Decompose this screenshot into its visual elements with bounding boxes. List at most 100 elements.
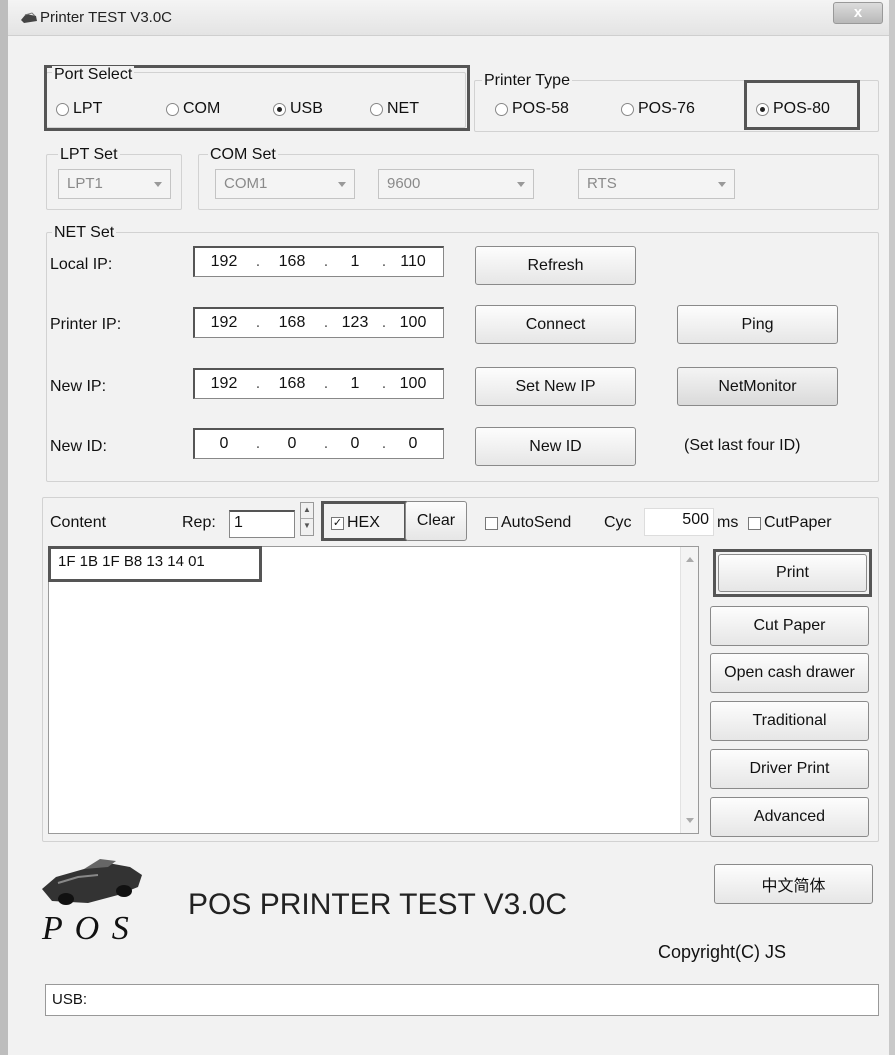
flow-control-value: RTS — [587, 175, 617, 192]
hex-check-icon: ✓ — [331, 516, 344, 530]
stepper-up-icon[interactable]: ▲ — [301, 503, 313, 519]
local-ip-octet-2: 168 — [278, 253, 306, 270]
lpt-port-value: LPT1 — [67, 175, 103, 192]
title-bar[interactable]: Printer TEST V3.0C x — [8, 0, 889, 36]
language-button[interactable]: 中文简体 — [714, 864, 873, 904]
local-ip-octet-3: 1 — [350, 253, 360, 270]
rep-label: Rep: — [182, 514, 216, 531]
ping-button[interactable]: Ping — [677, 305, 838, 344]
advanced-button[interactable]: Advanced — [710, 797, 869, 837]
radio-usb-indicator — [273, 102, 286, 116]
radio-net[interactable]: NET — [370, 100, 419, 118]
radio-lpt-indicator — [56, 102, 69, 116]
app-window: Printer TEST V3.0C x Port Select LPT COM… — [0, 0, 895, 1055]
radio-pos80-label: POS-80 — [773, 100, 830, 117]
autosend-check-box — [485, 516, 498, 530]
printer-ip-label: Printer IP: — [50, 316, 122, 333]
cut-paper-button[interactable]: Cut Paper — [710, 606, 869, 646]
set-new-ip-button[interactable]: Set New IP — [475, 367, 636, 406]
flow-control-chevron-down-icon — [718, 182, 726, 187]
baud-rate-chevron-down-icon — [517, 182, 525, 187]
flow-control-select[interactable]: RTS — [578, 169, 735, 199]
open-cash-drawer-button[interactable]: Open cash drawer — [710, 653, 869, 693]
com-port-select[interactable]: COM1 — [215, 169, 355, 199]
radio-lpt-label: LPT — [73, 100, 103, 117]
new-id-octet-2: 0 — [287, 435, 297, 452]
printer-ip-octet-4: 100 — [399, 314, 427, 331]
hex-label: HEX — [347, 514, 380, 531]
lpt-port-chevron-down-icon — [154, 182, 162, 187]
connect-button[interactable]: Connect — [475, 305, 636, 344]
rep-stepper[interactable]: ▲ ▼ — [300, 502, 314, 536]
rep-input[interactable]: 1 — [229, 510, 295, 538]
radio-com-label: COM — [183, 100, 221, 117]
local-ip-octet-4: 110 — [400, 253, 426, 270]
cutpaper-label: CutPaper — [764, 514, 832, 531]
content-scrollbar[interactable] — [680, 547, 698, 833]
close-button[interactable]: x — [833, 2, 883, 24]
radio-pos58-indicator — [495, 102, 508, 116]
app-title: POS PRINTER TEST V3.0C — [188, 888, 567, 921]
refresh-button[interactable]: Refresh — [475, 246, 636, 285]
radio-net-indicator — [370, 102, 383, 116]
copyright-text: Copyright(C) JS — [658, 942, 787, 962]
new-id-label: New ID: — [50, 438, 107, 455]
lpt-port-select[interactable]: LPT1 — [58, 169, 171, 199]
netmonitor-button[interactable]: NetMonitor — [677, 367, 838, 406]
cyc-input[interactable]: 500 — [644, 508, 714, 536]
new-ip-octet-1: 192 — [210, 375, 238, 392]
autosend-checkbox[interactable]: AutoSend — [485, 514, 571, 532]
cutpaper-checkbox[interactable]: CutPaper — [748, 514, 832, 532]
cutpaper-check-box — [748, 516, 761, 530]
status-bar: USB: — [45, 984, 879, 1016]
printer-ip-octet-1: 192 — [210, 314, 238, 331]
radio-lpt[interactable]: LPT — [56, 100, 102, 118]
baud-rate-select[interactable]: 9600 — [378, 169, 534, 199]
scroll-down-icon[interactable] — [686, 818, 694, 823]
radio-pos80-indicator — [756, 102, 769, 116]
window-title: Printer TEST V3.0C — [40, 9, 172, 26]
new-id-field[interactable]: 0. 0. 0. 0 — [193, 428, 444, 459]
printer-ip-octet-2: 168 — [278, 314, 306, 331]
content-textarea[interactable] — [48, 546, 699, 834]
com-port-chevron-down-icon — [338, 182, 346, 187]
net-set-label: NET Set — [52, 224, 117, 242]
new-id-button[interactable]: New ID — [475, 427, 636, 466]
local-ip-field[interactable]: 192. 168. 1. 110 — [193, 246, 444, 277]
pos-logo-text: P O S — [42, 910, 131, 947]
traditional-button[interactable]: Traditional — [710, 701, 869, 741]
radio-pos76-indicator — [621, 102, 634, 116]
radio-pos58-label: POS-58 — [512, 100, 569, 117]
new-ip-label: New IP: — [50, 378, 107, 395]
com-port-value: COM1 — [224, 175, 268, 192]
clear-button[interactable]: Clear — [405, 501, 467, 541]
scroll-up-icon[interactable] — [686, 557, 694, 562]
radio-com[interactable]: COM — [166, 100, 220, 118]
cyc-label: Cyc — [604, 514, 632, 531]
baud-rate-value: 9600 — [387, 175, 421, 192]
printer-icon — [21, 12, 37, 23]
radio-usb[interactable]: USB — [273, 100, 323, 118]
pos-car-logo-icon — [42, 859, 142, 905]
printer-ip-field[interactable]: 192. 168. 123. 100 — [193, 307, 444, 338]
printer-type-label: Printer Type — [482, 72, 572, 90]
new-ip-octet-4: 100 — [399, 375, 427, 392]
port-select-label: Port Select — [52, 66, 135, 84]
stepper-down-icon[interactable]: ▼ — [301, 519, 313, 535]
radio-pos76[interactable]: POS-76 — [621, 100, 695, 118]
local-ip-label: Local IP: — [50, 256, 113, 273]
lpt-set-label: LPT Set — [58, 146, 120, 164]
radio-pos58[interactable]: POS-58 — [495, 100, 569, 118]
new-ip-octet-2: 168 — [278, 375, 306, 392]
radio-net-label: NET — [387, 100, 419, 117]
radio-pos80[interactable]: POS-80 — [756, 100, 830, 118]
driver-print-button[interactable]: Driver Print — [710, 749, 869, 789]
radio-pos76-label: POS-76 — [638, 100, 695, 117]
print-button[interactable]: Print — [718, 554, 867, 592]
printer-ip-octet-3: 123 — [341, 314, 369, 331]
content-text[interactable]: 1F 1B 1F B8 13 14 01 — [58, 553, 205, 570]
hex-checkbox[interactable]: ✓ HEX — [331, 514, 380, 532]
new-ip-field[interactable]: 192. 168. 1. 100 — [193, 368, 444, 399]
new-id-hint: (Set last four ID) — [684, 437, 801, 454]
radio-usb-label: USB — [290, 100, 323, 117]
